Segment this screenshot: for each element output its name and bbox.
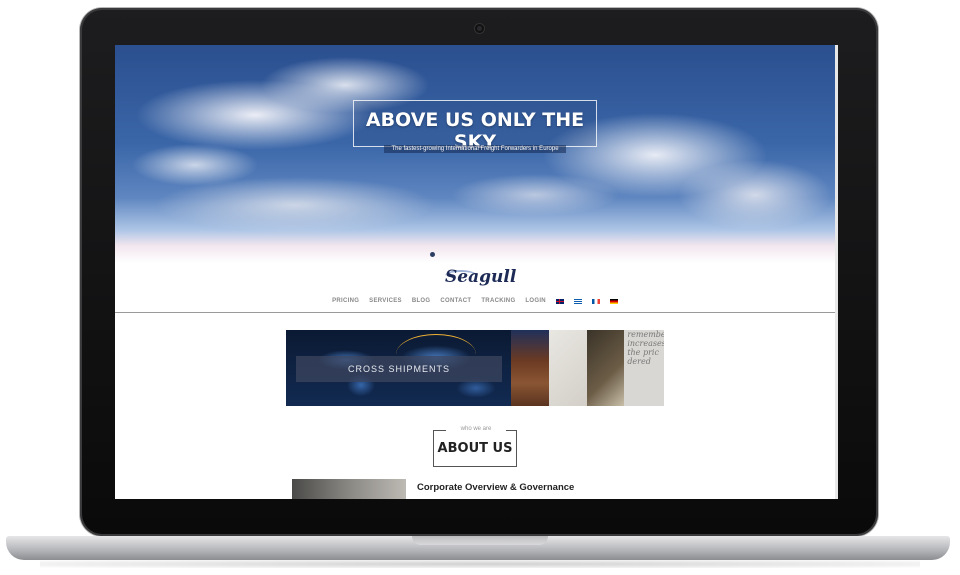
hero-slider: ABOVE US ONLY THE SKY The fastest-growin…	[115, 45, 835, 263]
about-kicker: who we are	[446, 426, 506, 432]
site-logo[interactable]: Seagull	[445, 267, 516, 287]
laptop-notch	[412, 536, 548, 545]
text-tile-words: remember increases the pric dered	[627, 330, 665, 366]
germany-flag-icon[interactable]	[609, 298, 618, 304]
wood-tile[interactable]	[586, 330, 625, 406]
nav-blog[interactable]: BLOG	[412, 298, 431, 304]
main-nav: PRICING SERVICES BLOG CONTACT TRACKING L…	[115, 298, 835, 304]
website-screen: ABOVE US ONLY THE SKY The fastest-growin…	[115, 45, 838, 499]
header-divider	[115, 312, 835, 313]
nav-contact[interactable]: CONTACT	[440, 298, 471, 304]
greece-flag-icon[interactable]	[573, 298, 582, 304]
text-tile[interactable]: remember increases the pric dered	[624, 330, 665, 406]
nav-login[interactable]: LOGIN	[525, 298, 546, 304]
laptop-shadow	[40, 560, 920, 568]
uk-flag-icon[interactable]	[555, 298, 564, 304]
hero-subtitle: The fastest-growing International Freigh…	[384, 145, 566, 153]
scrollbar[interactable]	[835, 45, 838, 499]
france-flag-icon[interactable]	[591, 298, 600, 304]
nav-services[interactable]: SERVICES	[369, 298, 402, 304]
map-tile[interactable]	[548, 330, 587, 406]
hero-caption: ABOVE US ONLY THE SKY The fastest-growin…	[353, 100, 597, 153]
about-box: ABOUT US	[433, 430, 517, 467]
corporate-image	[292, 479, 406, 499]
nav-pricing[interactable]: PRICING	[332, 298, 359, 304]
banner-label[interactable]: CROSS SHIPMENTS	[296, 356, 502, 382]
services-banner: CROSS SHIPMENTS remember increases the p…	[286, 330, 665, 406]
corporate-heading[interactable]: Corporate Overview & Governance	[417, 482, 574, 493]
slider-dots	[430, 252, 435, 257]
slider-dot-1[interactable]	[430, 252, 435, 257]
nav-tracking[interactable]: TRACKING	[481, 298, 515, 304]
camera-icon	[475, 24, 484, 33]
world-map-tile[interactable]: CROSS SHIPMENTS	[286, 330, 512, 406]
coffee-beans-tile[interactable]	[511, 330, 549, 406]
about-title: ABOUT US	[437, 441, 513, 456]
